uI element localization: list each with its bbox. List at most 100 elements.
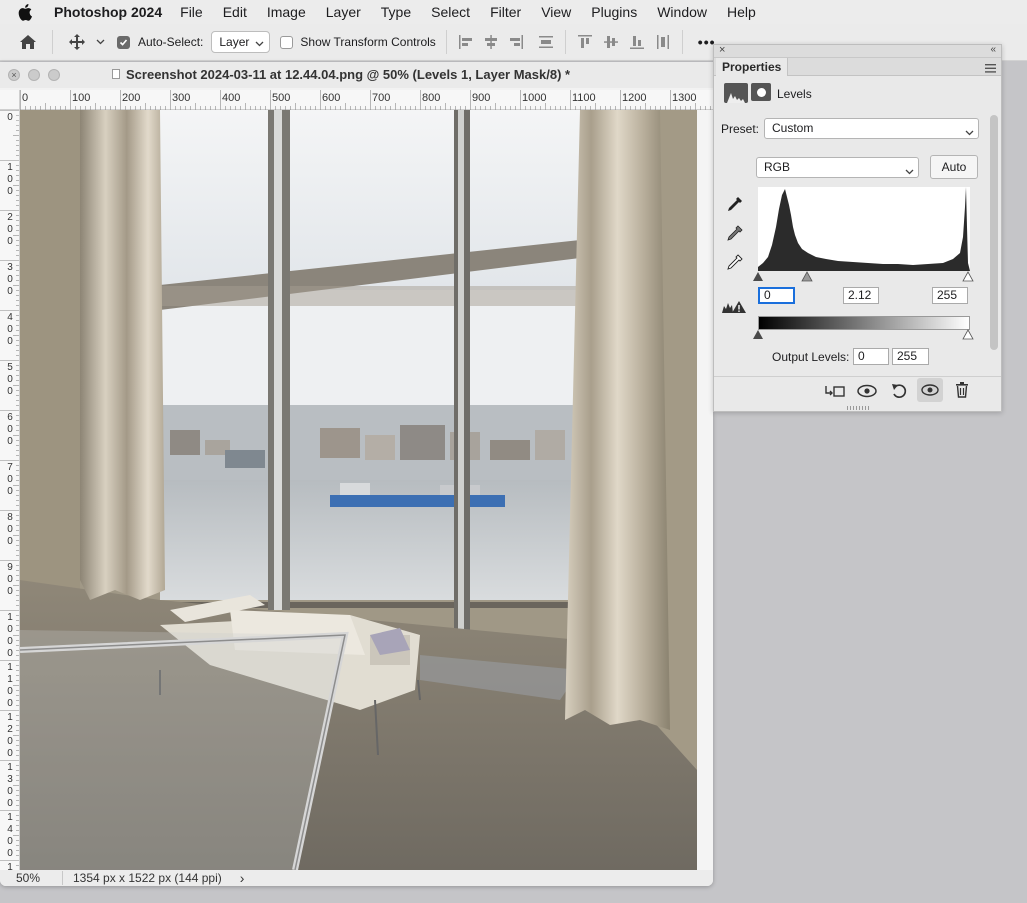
layer-mask-icon[interactable] xyxy=(751,83,771,101)
menu-edit[interactable]: Edit xyxy=(223,4,247,20)
align-bottom-edges-icon[interactable] xyxy=(628,33,646,51)
minimize-window-icon[interactable] xyxy=(28,69,40,81)
show-transform-controls-checkbox[interactable] xyxy=(280,35,294,49)
output-white-value: 255 xyxy=(897,349,918,363)
levels-histogram xyxy=(758,187,970,271)
menu-window[interactable]: Window xyxy=(657,4,707,20)
menu-help[interactable]: Help xyxy=(727,4,756,20)
canvas-image[interactable] xyxy=(20,110,697,870)
auto-select-label: Auto-Select: xyxy=(138,35,204,49)
document-info: 1354 px x 1522 px (144 ppi) xyxy=(73,871,222,885)
toggle-visibility-eye-icon[interactable] xyxy=(917,378,943,402)
channel-value: RGB xyxy=(764,160,791,174)
output-black-value: 0 xyxy=(858,349,865,363)
channel-dropdown[interactable]: RGB xyxy=(756,157,919,178)
ruler-h-label: 100 xyxy=(72,92,91,104)
distribute-horizontal-icon[interactable] xyxy=(654,33,672,51)
menu-view[interactable]: View xyxy=(541,4,571,20)
document-title: Screenshot 2024-03-11 at 12.44.04.png @ … xyxy=(126,67,571,82)
input-gamma-field[interactable]: 2.12 xyxy=(843,287,879,304)
input-white-field[interactable]: 255 xyxy=(932,287,968,304)
adjustment-name: Levels xyxy=(777,87,812,101)
zoom-window-icon[interactable] xyxy=(48,69,60,81)
document-window: × Screenshot 2024-03-11 at 12.44.04.png … xyxy=(0,62,713,886)
horizontal-ruler[interactable]: 0 100 200 300 400 500 600 700 800 900 10… xyxy=(20,90,713,110)
apple-icon[interactable] xyxy=(18,3,38,21)
input-levels-slider[interactable] xyxy=(752,271,974,283)
ruler-h-label: 500 xyxy=(272,92,291,104)
align-left-edges-icon[interactable] xyxy=(457,33,475,51)
auto-select-target-value: Layer xyxy=(219,35,250,49)
ruler-h-label: 300 xyxy=(172,92,191,104)
ruler-v-label: 1400 xyxy=(7,812,13,859)
align-horizontal-centers-icon[interactable] xyxy=(482,33,500,51)
input-black-field[interactable]: 0 xyxy=(758,287,795,304)
output-levels-slider[interactable] xyxy=(752,329,974,341)
ruler-h-label: 400 xyxy=(222,92,241,104)
panel-scrollbar[interactable] xyxy=(990,115,998,350)
chevron-down-icon xyxy=(965,124,974,143)
preset-value: Custom xyxy=(772,121,814,135)
close-window-icon[interactable]: × xyxy=(8,69,20,81)
align-top-edges-icon[interactable] xyxy=(576,33,594,51)
delete-adjustment-trash-icon[interactable] xyxy=(955,382,969,401)
menu-layer[interactable]: Layer xyxy=(326,4,361,20)
home-icon[interactable] xyxy=(16,30,40,54)
align-right-edges-icon[interactable] xyxy=(507,33,525,51)
levels-adjustment-icon[interactable] xyxy=(724,83,748,103)
menu-select[interactable]: Select xyxy=(431,4,470,20)
panel-resize-grip[interactable] xyxy=(847,406,869,410)
input-white-value: 255 xyxy=(937,288,958,302)
tab-properties[interactable]: Properties xyxy=(716,58,789,76)
ruler-v-label: 500 xyxy=(7,362,13,397)
ruler-v-label: 1200 xyxy=(7,712,13,759)
preset-label: Preset: xyxy=(721,122,760,136)
ruler-v-label: 400 xyxy=(7,312,13,347)
move-tool-icon[interactable] xyxy=(67,32,87,52)
ruler-h-label: 1300 xyxy=(672,92,697,104)
reset-adjustment-icon[interactable] xyxy=(890,382,908,403)
clip-to-layer-icon[interactable] xyxy=(824,383,846,402)
output-white-field[interactable]: 255 xyxy=(892,348,929,365)
menu-filter[interactable]: Filter xyxy=(490,4,521,20)
zoom-level-field[interactable]: 50% xyxy=(16,871,62,885)
clipping-warning-icon[interactable] xyxy=(721,300,747,317)
collapse-panel-icon[interactable]: « xyxy=(990,44,996,55)
vertical-ruler[interactable]: 0 100 200 300 400 500 600 700 800 900 1000 1100 1200… xyxy=(0,110,20,870)
output-levels-label: Output Levels: xyxy=(772,350,850,364)
chevron-down-icon xyxy=(905,163,914,182)
white-point-eyedropper-icon[interactable] xyxy=(726,253,744,274)
panel-tab-row: Properties xyxy=(714,58,1001,76)
input-gamma-value: 2.12 xyxy=(848,288,872,302)
auto-select-target-dropdown[interactable]: Layer xyxy=(211,31,271,53)
output-black-field[interactable]: 0 xyxy=(853,348,889,365)
black-point-eyedropper-icon[interactable] xyxy=(726,195,744,216)
menu-file[interactable]: File xyxy=(180,4,203,20)
menu-plugins[interactable]: Plugins xyxy=(591,4,637,20)
gray-point-eyedropper-icon[interactable] xyxy=(726,224,744,245)
ruler-v-label: 1000 xyxy=(7,612,13,659)
auto-select-checkbox[interactable] xyxy=(117,35,130,49)
tool-preset-chevron-down-icon[interactable] xyxy=(95,37,105,47)
vertical-scrollbar[interactable] xyxy=(697,110,713,870)
input-black-value: 0 xyxy=(764,288,771,302)
align-vertical-centers-icon[interactable] xyxy=(602,33,620,51)
preset-dropdown[interactable]: Custom xyxy=(764,118,979,139)
distribute-vertical-icon[interactable] xyxy=(537,33,555,51)
input-black-point-handle xyxy=(753,272,763,281)
app-name-menu[interactable]: Photoshop 2024 xyxy=(54,4,162,20)
close-panel-icon[interactable]: × xyxy=(719,44,725,56)
ruler-v-label: 600 xyxy=(7,412,13,447)
ruler-h-label: 1000 xyxy=(522,92,547,104)
ruler-h-label: 800 xyxy=(422,92,441,104)
auto-button[interactable]: Auto xyxy=(930,155,978,179)
view-previous-state-icon[interactable] xyxy=(856,383,878,402)
ruler-h-label: 0 xyxy=(22,92,29,104)
divider xyxy=(52,30,53,54)
menu-type[interactable]: Type xyxy=(381,4,411,20)
menu-image[interactable]: Image xyxy=(267,4,306,20)
panel-menu-icon[interactable] xyxy=(985,62,996,76)
ruler-origin[interactable] xyxy=(0,90,20,110)
status-menu-arrow-icon[interactable]: › xyxy=(240,870,245,886)
ruler-v-label: 700 xyxy=(7,462,13,497)
